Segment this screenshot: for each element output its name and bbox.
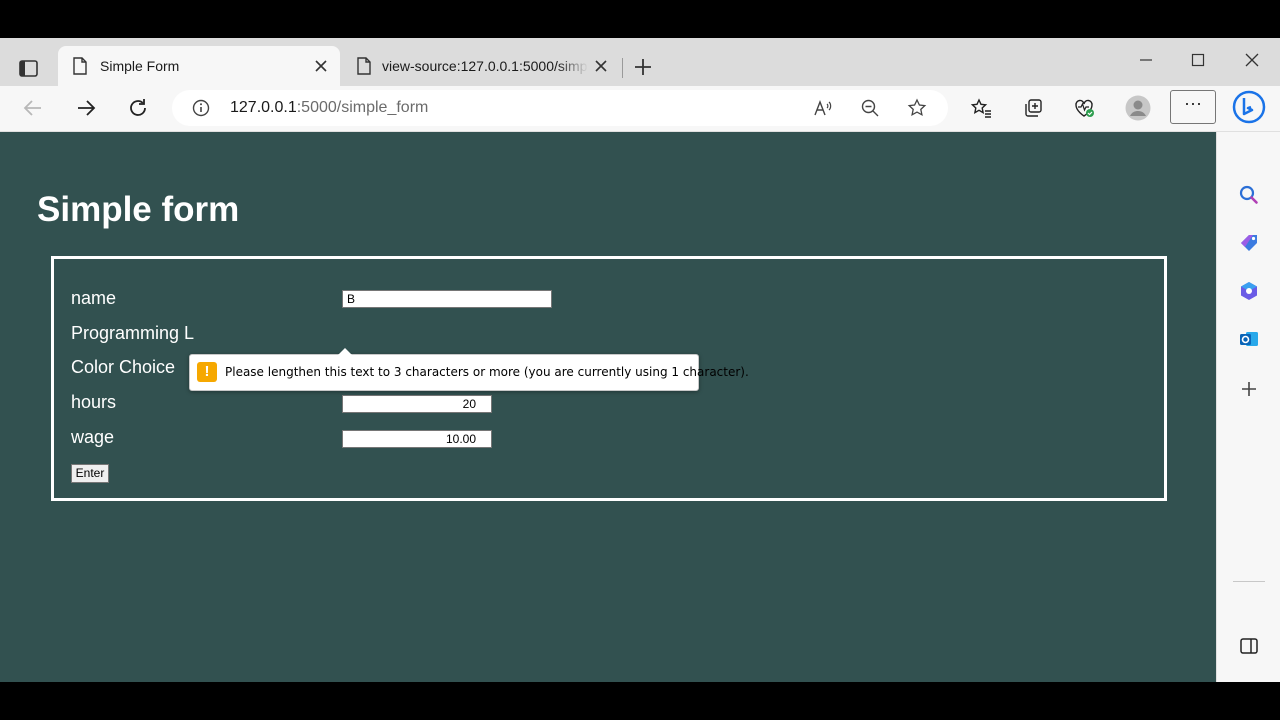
- tab-simple-form[interactable]: Simple Form: [58, 46, 340, 86]
- hide-sidebar-icon[interactable]: [1238, 635, 1260, 657]
- page-icon: [356, 57, 372, 75]
- tab-strip: Simple Form view-source:127.0.0.1:5000/s…: [0, 38, 1280, 86]
- tab-title: view-source:127.0.0.1:5000/simple_form: [382, 58, 588, 74]
- collections-icon[interactable]: [1022, 97, 1044, 119]
- settings-more-button[interactable]: ···: [1170, 90, 1216, 124]
- refresh-icon[interactable]: [127, 97, 149, 119]
- browser-toolbar: 127.0.0.1:5000/simple_form ···: [0, 86, 1280, 132]
- favorites-icon[interactable]: [970, 97, 992, 119]
- page-viewport: Simple form name B Programming L Color C…: [0, 132, 1216, 682]
- close-tab-icon[interactable]: [314, 59, 328, 73]
- shopping-tag-icon[interactable]: [1238, 232, 1260, 254]
- hours-input[interactable]: 20: [342, 395, 492, 413]
- wage-input[interactable]: 10.00: [342, 430, 492, 448]
- url-path: :5000/simple_form: [296, 99, 429, 116]
- add-sidebar-app-icon[interactable]: [1238, 378, 1260, 400]
- url-host: 127.0.0.1: [230, 99, 297, 116]
- tab-title: Simple Form: [100, 58, 180, 74]
- maximize-icon[interactable]: [1190, 52, 1206, 68]
- copilot-hexagon-icon[interactable]: [1238, 280, 1260, 302]
- tab-view-source[interactable]: view-source:127.0.0.1:5000/simple_form: [342, 46, 620, 86]
- tab-actions-icon[interactable]: [16, 56, 42, 82]
- validation-tooltip: ! Please lengthen this text to 3 charact…: [189, 348, 749, 391]
- edge-sidebar: [1216, 132, 1280, 682]
- zoom-out-icon[interactable]: [860, 98, 880, 118]
- read-aloud-icon[interactable]: [813, 98, 833, 118]
- page-title: Simple form: [37, 190, 240, 229]
- page-icon: [72, 57, 88, 75]
- hours-label: hours: [71, 392, 117, 412]
- back-icon[interactable]: [22, 97, 44, 119]
- close-tab-icon[interactable]: [594, 59, 608, 73]
- url-text[interactable]: 127.0.0.1:5000/simple_form: [230, 99, 428, 117]
- validation-message: Please lengthen this text to 3 character…: [225, 365, 749, 379]
- sidebar-divider: [1233, 581, 1265, 582]
- tooltip-arrow: [338, 348, 352, 355]
- browser-essentials-icon[interactable]: [1073, 97, 1095, 119]
- close-window-icon[interactable]: [1244, 52, 1260, 68]
- programming-language-label: Programming L: [71, 323, 195, 343]
- search-icon[interactable]: [1238, 184, 1260, 206]
- address-bar[interactable]: 127.0.0.1:5000/simple_form: [172, 90, 948, 126]
- enter-button[interactable]: Enter: [71, 464, 109, 483]
- outlook-icon[interactable]: [1238, 328, 1260, 350]
- tab-divider: [622, 58, 623, 78]
- wage-label: wage: [71, 427, 115, 447]
- name-input[interactable]: B: [342, 290, 552, 308]
- forward-icon[interactable]: [75, 97, 97, 119]
- bing-copilot-icon[interactable]: [1230, 88, 1268, 126]
- site-info-icon[interactable]: [192, 99, 210, 117]
- color-choice-label: Color Choice: [71, 357, 176, 377]
- minimize-icon[interactable]: [1138, 52, 1154, 68]
- name-label: name: [71, 288, 117, 308]
- new-tab-icon[interactable]: [632, 56, 654, 78]
- favorite-star-icon[interactable]: [907, 98, 927, 118]
- browser-window: Simple Form view-source:127.0.0.1:5000/s…: [0, 38, 1280, 682]
- warning-icon: !: [197, 362, 217, 382]
- profile-avatar-icon[interactable]: [1125, 95, 1151, 121]
